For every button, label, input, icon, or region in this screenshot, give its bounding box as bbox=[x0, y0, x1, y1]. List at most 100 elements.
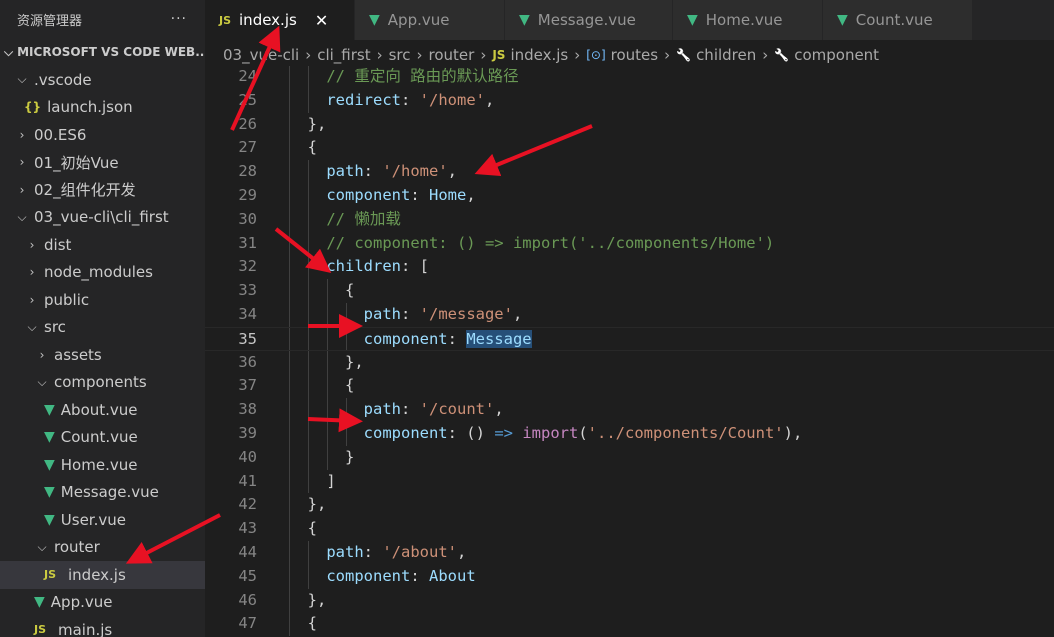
code-line[interactable]: 36 }, bbox=[205, 350, 1054, 375]
breadcrumb-item[interactable]: children bbox=[696, 46, 756, 64]
line-number: 37 bbox=[238, 376, 257, 395]
code-line[interactable]: 32 children: [ bbox=[205, 255, 1054, 280]
indent-guide bbox=[289, 445, 290, 470]
tree-item[interactable]: › node_modules bbox=[0, 259, 205, 287]
code-line[interactable]: 29 component: Home, bbox=[205, 184, 1054, 208]
tree-item[interactable]: ⌵ src bbox=[0, 314, 205, 342]
tree-item[interactable]: ⌵ components bbox=[0, 369, 205, 397]
line-number: 44 bbox=[238, 543, 257, 561]
breadcrumb-item[interactable]: index.js bbox=[510, 46, 568, 64]
code-text: path: '/about', bbox=[289, 541, 466, 565]
tree-item[interactable]: › 01_初始Vue bbox=[0, 149, 205, 177]
indent-guide bbox=[289, 398, 290, 422]
code-token: path bbox=[289, 543, 364, 561]
indent-guide bbox=[289, 541, 290, 565]
code-token: , bbox=[466, 186, 476, 204]
tree-item[interactable]: ▼ Message.vue bbox=[0, 479, 205, 507]
code-line[interactable]: 39 component: () => import('../component… bbox=[205, 422, 1054, 446]
code-line[interactable]: 28 path: '/home', bbox=[205, 160, 1054, 184]
chevron-down-icon: ⌵ bbox=[17, 209, 27, 224]
more-actions-button[interactable]: ··· bbox=[171, 11, 187, 27]
workspace-title: MICROSOFT VS CODE WEB... bbox=[17, 45, 205, 59]
tree-item[interactable]: › 02_组件化开发 bbox=[0, 176, 205, 204]
wrench-icon: 🔧 bbox=[676, 48, 692, 62]
code-token: ( bbox=[578, 424, 588, 442]
workspace-root[interactable]: ⌵ MICROSOFT VS CODE WEB... bbox=[0, 38, 205, 66]
tree-item[interactable]: › public bbox=[0, 286, 205, 314]
tab-count-vue[interactable]: ▼ Count.vue bbox=[823, 0, 973, 40]
tab-app-vue[interactable]: ▼ App.vue bbox=[355, 0, 505, 40]
breadcrumb-item[interactable]: component bbox=[794, 46, 879, 64]
code-token: ] bbox=[289, 471, 336, 490]
code-line[interactable]: 38 path: '/count', bbox=[205, 398, 1054, 422]
code-line[interactable]: 41 ] bbox=[205, 469, 1054, 494]
tree-item[interactable]: ⌵ .vscode bbox=[0, 66, 205, 94]
breadcrumb-item[interactable]: 03_vue-cli bbox=[223, 46, 299, 64]
tree-item-label: Count.vue bbox=[60, 428, 138, 447]
code-line[interactable]: 43 { bbox=[205, 517, 1054, 541]
code-editor[interactable]: 24 // 重定向 路由的默认路径 25 redirect: '/home', 26… bbox=[205, 66, 1054, 637]
tree-item-label: Message.vue bbox=[60, 483, 159, 502]
editor-tabbar: JS index.js ✕ ▼ App.vue ▼ Message.vue ▼ Home.vue… bbox=[205, 0, 1054, 40]
code-token: '/home' bbox=[419, 90, 485, 109]
breadcrumb-item[interactable]: cli_first bbox=[317, 46, 370, 64]
tab-message-vue[interactable]: ▼ Message.vue bbox=[505, 0, 673, 40]
code-text: }, bbox=[289, 589, 327, 613]
indent-guide bbox=[308, 207, 309, 232]
tab-index-js[interactable]: JS index.js ✕ bbox=[205, 0, 355, 40]
breadcrumb-item[interactable]: routes bbox=[611, 46, 658, 64]
code-line[interactable]: 45 component: About bbox=[205, 564, 1054, 589]
code-line[interactable]: 26 }, bbox=[205, 112, 1054, 137]
line-number: 30 bbox=[238, 209, 257, 228]
tree-item[interactable]: ⌵ router bbox=[0, 534, 205, 562]
breadcrumb-item[interactable]: src bbox=[389, 46, 411, 64]
code-token: '/count' bbox=[419, 400, 495, 419]
code-line[interactable]: 47 { bbox=[205, 612, 1054, 637]
tree-item[interactable]: ⌵ 03_vue-cli\cli_first bbox=[0, 204, 205, 232]
code-line[interactable]: 46 }, bbox=[205, 588, 1054, 613]
tree-item[interactable]: › assets bbox=[0, 341, 205, 369]
code-line[interactable]: 30 // 懒加载 bbox=[205, 207, 1054, 232]
code-text: component: About bbox=[289, 565, 475, 589]
tree-item-label: Home.vue bbox=[60, 455, 138, 474]
code-line[interactable]: 40 } bbox=[205, 445, 1054, 470]
tree-item-label: 02_组件化开发 bbox=[34, 181, 136, 200]
tree-item[interactable]: ▼ About.vue bbox=[0, 396, 205, 424]
code-line[interactable]: 27 { bbox=[205, 136, 1054, 161]
code-line[interactable]: 44 path: '/about', bbox=[205, 541, 1054, 565]
tree-item[interactable]: ▼ App.vue bbox=[0, 589, 205, 617]
breadcrumb-item[interactable]: router bbox=[429, 46, 475, 64]
code-text: redirect: '/home', bbox=[289, 89, 494, 113]
tab-home-vue[interactable]: ▼ Home.vue bbox=[673, 0, 823, 40]
indent-guide bbox=[289, 517, 290, 541]
code-token: Home bbox=[429, 186, 467, 204]
indent-guide bbox=[327, 374, 328, 399]
tree-item[interactable]: › 00.ES6 bbox=[0, 121, 205, 149]
code-line[interactable]: 33 { bbox=[205, 279, 1054, 303]
chevron-right-icon: › bbox=[39, 347, 45, 362]
tree-item[interactable]: ▼ Count.vue bbox=[0, 424, 205, 452]
code-line[interactable]: 37 { bbox=[205, 374, 1054, 399]
code-line[interactable]: 42 }, bbox=[205, 493, 1054, 518]
indent-guide bbox=[308, 564, 309, 589]
indent-guide bbox=[289, 564, 290, 589]
code-token: { bbox=[289, 376, 355, 395]
tree-item[interactable]: › dist bbox=[0, 231, 205, 259]
indent-guide bbox=[289, 136, 290, 161]
tree-item[interactable]: ▼ Home.vue bbox=[0, 451, 205, 479]
tree-item[interactable]: {} launch.json bbox=[0, 94, 205, 122]
tree-item[interactable]: JS index.js bbox=[0, 561, 205, 589]
close-icon[interactable]: ✕ bbox=[315, 11, 328, 30]
code-line[interactable]: 24 // 重定向 路由的默认路径 bbox=[205, 66, 1054, 89]
tree-item[interactable]: JS main.js bbox=[0, 616, 205, 637]
code-line[interactable]: 35 component: Message bbox=[205, 326, 1054, 351]
code-line[interactable]: 34 path: '/message', bbox=[205, 303, 1054, 327]
vue-file-icon: ▼ bbox=[44, 456, 55, 473]
code-line[interactable]: 31 // component: () => import('../compon… bbox=[205, 231, 1054, 256]
variable-icon: [⊙] bbox=[586, 48, 606, 62]
code-line[interactable]: 25 redirect: '/home', bbox=[205, 88, 1054, 113]
tree-item[interactable]: ▼ User.vue bbox=[0, 506, 205, 534]
tree-item-label: 01_初始Vue bbox=[34, 153, 119, 172]
code-token: { bbox=[289, 614, 317, 633]
code-token: children bbox=[289, 257, 401, 276]
